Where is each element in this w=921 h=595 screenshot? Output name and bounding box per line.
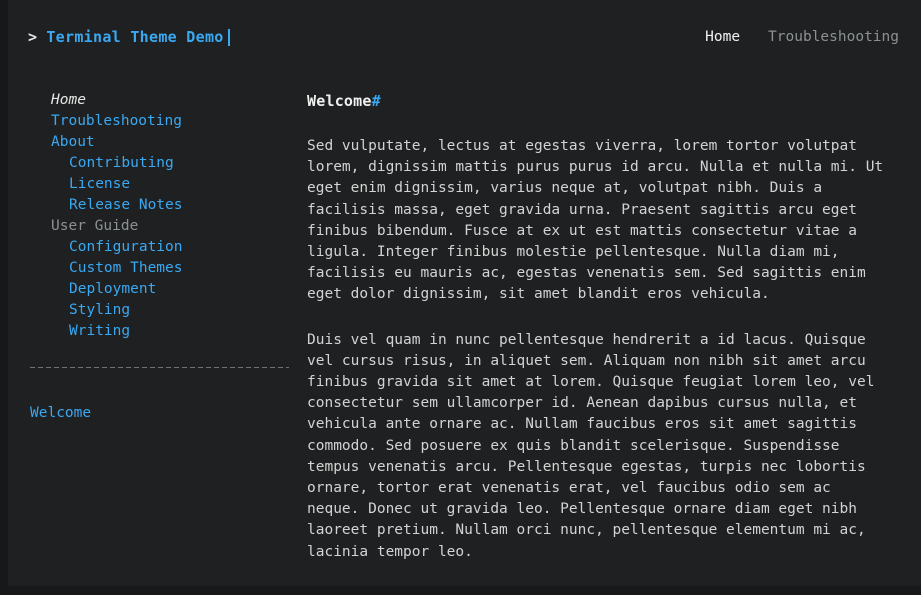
heading-anchor-link[interactable]: # — [372, 92, 381, 110]
sidebar-item-about[interactable]: About — [8, 132, 305, 153]
sidebar-item-configuration[interactable]: Configuration — [8, 237, 305, 258]
sidebar-item: Contributing — [8, 153, 305, 174]
table-of-contents: Welcome — [8, 403, 305, 424]
page-title: Welcome# — [307, 90, 897, 112]
sidebar-item: License — [8, 174, 305, 195]
sidebar-divider — [30, 367, 289, 368]
sidebar-item: Troubleshooting — [8, 111, 305, 132]
sidebar-item-release-notes[interactable]: Release Notes — [8, 195, 305, 216]
sidebar: Home Troubleshooting About Contributing … — [8, 72, 305, 586]
sidebar-item-writing[interactable]: Writing — [8, 321, 305, 342]
cursor-icon — [227, 28, 230, 46]
sidebar-item-license[interactable]: License — [8, 174, 305, 195]
toc-item-welcome[interactable]: Welcome — [8, 403, 305, 424]
sidebar-item: Custom Themes — [8, 258, 305, 279]
top-navigation: Home Troubleshooting — [705, 29, 899, 45]
page-layout: Home Troubleshooting About Contributing … — [8, 72, 921, 586]
sidebar-item-troubleshooting[interactable]: Troubleshooting — [8, 111, 305, 132]
sidebar-item-home[interactable]: Home — [8, 90, 305, 111]
site-title-link[interactable]: Terminal Theme Demo — [46, 28, 223, 46]
sidebar-item: Release Notes — [8, 195, 305, 216]
site-header: > Terminal Theme Demo Home Troubleshooti… — [8, 0, 921, 72]
sidebar-item: Writing — [8, 321, 305, 342]
sidebar-section-user-guide: User Guide — [51, 218, 139, 234]
sidebar-item: Deployment — [8, 279, 305, 300]
main-content: Welcome# Sed vulputate, lectus at egesta… — [305, 72, 921, 586]
sidebar-item: User Guide — [8, 216, 305, 237]
top-nav-item-home[interactable]: Home — [705, 29, 740, 45]
sidebar-item: About — [8, 132, 305, 153]
body-paragraph: Duis vel quam in nunc pellentesque hendr… — [307, 331, 884, 560]
sidebar-item-styling[interactable]: Styling — [8, 300, 305, 321]
prompt-icon: > — [28, 28, 38, 46]
body-paragraph: Sed vulputate, lectus at egestas viverra… — [307, 138, 892, 303]
sidebar-item-deployment[interactable]: Deployment — [8, 279, 305, 300]
sidebar-item-custom-themes[interactable]: Custom Themes — [8, 258, 305, 279]
brand[interactable]: > Terminal Theme Demo — [28, 28, 230, 46]
sidebar-item: Configuration — [8, 237, 305, 258]
toc-item: Welcome — [8, 403, 305, 424]
sidebar-nav-tree: Home Troubleshooting About Contributing … — [8, 90, 305, 342]
top-nav-item-troubleshooting[interactable]: Troubleshooting — [768, 29, 899, 45]
sidebar-item: Styling — [8, 300, 305, 321]
page-title-text: Welcome — [307, 92, 372, 110]
sidebar-item: Home — [8, 90, 305, 111]
sidebar-item-contributing[interactable]: Contributing — [8, 153, 305, 174]
